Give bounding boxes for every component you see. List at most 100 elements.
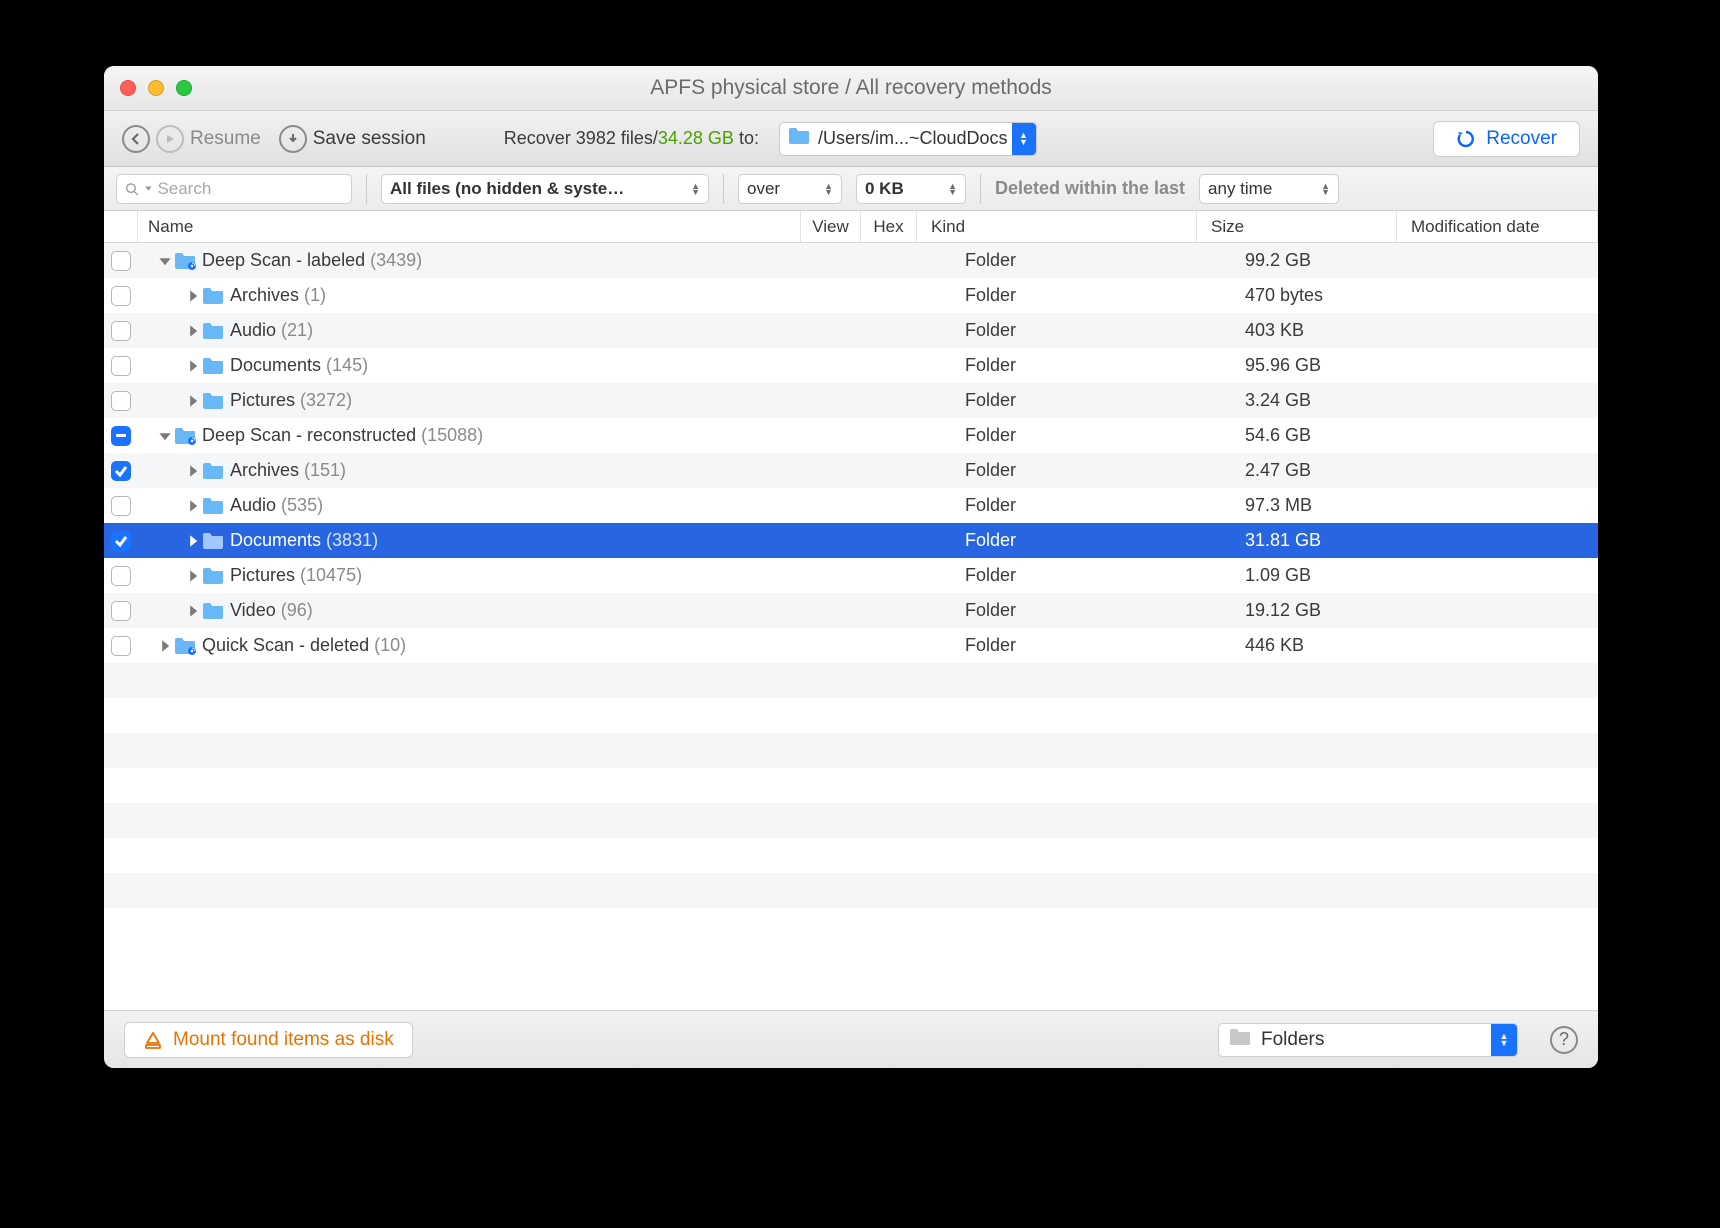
row-checkbox[interactable]: [111, 566, 131, 586]
destination-path-combo[interactable]: /Users/im...~CloudDocs ▲▼: [779, 122, 1037, 156]
column-size[interactable]: Size: [1197, 211, 1397, 242]
row-count: (145): [321, 355, 368, 376]
row-modification-date: [1431, 558, 1598, 593]
table-row[interactable]: Audio (21)Folder403 KB: [104, 313, 1598, 348]
chevron-right-icon[interactable]: [186, 604, 200, 618]
search-field[interactable]: [116, 174, 352, 204]
row-hex-cell: [895, 558, 951, 593]
recover-icon: [1456, 129, 1476, 149]
chevron-right-icon[interactable]: [186, 394, 200, 408]
row-checkbox[interactable]: [111, 356, 131, 376]
table-row[interactable]: Archives (151)Folder2.47 GB: [104, 453, 1598, 488]
chevron-right-icon[interactable]: [186, 359, 200, 373]
time-filter-value: any time: [1208, 179, 1272, 199]
chevron-right-icon[interactable]: [186, 324, 200, 338]
row-checkbox[interactable]: [111, 286, 131, 306]
row-hex-cell: [895, 278, 951, 313]
folder-icon: [202, 287, 224, 305]
row-checkbox[interactable]: [111, 426, 131, 446]
table-row[interactable]: Deep Scan - labeled (3439)Folder99.2 GB: [104, 243, 1598, 278]
view-mode-popup[interactable]: Folders ▲▼: [1218, 1023, 1518, 1057]
table-row[interactable]: Video (96)Folder19.12 GB: [104, 593, 1598, 628]
combo-stepper-icon[interactable]: ▲▼: [1012, 122, 1036, 156]
row-modification-date: [1431, 523, 1598, 558]
recover-prefix: Recover: [504, 128, 576, 148]
row-count: (3439): [365, 250, 422, 271]
chevron-right-icon[interactable]: [186, 499, 200, 513]
file-filter-popup[interactable]: All files (no hidden & syste… ▲▼: [381, 174, 709, 204]
table-row[interactable]: Documents (145)Folder95.96 GB: [104, 348, 1598, 383]
search-input[interactable]: [157, 179, 343, 199]
row-checkbox[interactable]: [111, 531, 131, 551]
row-checkbox[interactable]: [111, 461, 131, 481]
recover-count: 3982 files: [576, 128, 653, 148]
chevron-down-icon[interactable]: [158, 254, 172, 268]
recover-button[interactable]: Recover: [1433, 121, 1580, 157]
row-hex-cell: [895, 488, 951, 523]
row-modification-date: [1431, 348, 1598, 383]
row-checkbox[interactable]: [111, 321, 131, 341]
row-view-cell: [835, 278, 895, 313]
time-filter-popup[interactable]: any time ▲▼: [1199, 174, 1339, 204]
column-hex[interactable]: Hex: [861, 211, 917, 242]
empty-row: [104, 663, 1598, 698]
size-op-popup[interactable]: over ▲▼: [738, 174, 842, 204]
row-checkbox[interactable]: [111, 601, 131, 621]
column-name[interactable]: Name: [138, 211, 801, 242]
table-row[interactable]: Quick Scan - deleted (10)Folder446 KB: [104, 628, 1598, 663]
row-checkbox[interactable]: [111, 391, 131, 411]
recover-size: 34.28 GB: [658, 128, 734, 148]
row-checkbox[interactable]: [111, 251, 131, 271]
save-session-button-icon[interactable]: [279, 125, 307, 153]
table-row[interactable]: Documents (3831)Folder31.81 GB: [104, 523, 1598, 558]
row-hex-cell: [895, 383, 951, 418]
stepper-icon: ▲▼: [1321, 183, 1330, 195]
row-hex-cell: [895, 348, 951, 383]
table-row[interactable]: Audio (535)Folder97.3 MB: [104, 488, 1598, 523]
table-row[interactable]: Archives (1)Folder470 bytes: [104, 278, 1598, 313]
column-kind[interactable]: Kind: [917, 211, 1197, 242]
row-size: 99.2 GB: [1231, 243, 1431, 278]
chevron-right-icon[interactable]: [186, 534, 200, 548]
minimize-window-button[interactable]: [148, 80, 164, 96]
chevron-down-icon[interactable]: [158, 429, 172, 443]
row-size: 1.09 GB: [1231, 558, 1431, 593]
deleted-within-label: Deleted within the last: [995, 178, 1185, 199]
mount-disk-button[interactable]: Mount found items as disk: [124, 1022, 413, 1058]
folder-icon: [202, 392, 224, 410]
chevron-right-icon[interactable]: [158, 639, 172, 653]
footer-bar: Mount found items as disk Folders ▲▼ ?: [104, 1010, 1598, 1068]
back-button[interactable]: [122, 125, 150, 153]
save-session-label[interactable]: Save session: [313, 128, 426, 150]
size-value-popup[interactable]: 0 KB ▲▼: [856, 174, 966, 204]
row-checkbox[interactable]: [111, 636, 131, 656]
zoom-window-button[interactable]: [176, 80, 192, 96]
empty-row: [104, 873, 1598, 908]
row-checkbox[interactable]: [111, 496, 131, 516]
row-modification-date: [1431, 453, 1598, 488]
row-view-cell: [835, 558, 895, 593]
chevron-right-icon[interactable]: [186, 569, 200, 583]
row-count: (1): [299, 285, 326, 306]
row-view-cell: [835, 418, 895, 453]
table-row[interactable]: Pictures (3272)Folder3.24 GB: [104, 383, 1598, 418]
column-modification-date[interactable]: Modification date: [1397, 211, 1598, 242]
column-view[interactable]: View: [801, 211, 861, 242]
table-row[interactable]: Deep Scan - reconstructed (15088)Folder5…: [104, 418, 1598, 453]
row-kind: Folder: [951, 558, 1231, 593]
row-name: Documents: [230, 355, 321, 376]
combo-stepper-icon[interactable]: ▲▼: [1491, 1023, 1517, 1057]
close-window-button[interactable]: [120, 80, 136, 96]
row-kind: Folder: [951, 383, 1231, 418]
help-button[interactable]: ?: [1550, 1026, 1578, 1054]
chevron-right-icon[interactable]: [186, 289, 200, 303]
chevron-right-icon[interactable]: [186, 464, 200, 478]
search-dropdown-icon[interactable]: [145, 186, 152, 192]
empty-row: [104, 733, 1598, 768]
folder-icon: [174, 427, 196, 445]
file-list[interactable]: Deep Scan - labeled (3439)Folder99.2 GBA…: [104, 243, 1598, 1010]
resume-button-icon[interactable]: [156, 125, 184, 153]
folder-icon: [788, 127, 810, 150]
table-row[interactable]: Pictures (10475)Folder1.09 GB: [104, 558, 1598, 593]
row-kind: Folder: [951, 523, 1231, 558]
